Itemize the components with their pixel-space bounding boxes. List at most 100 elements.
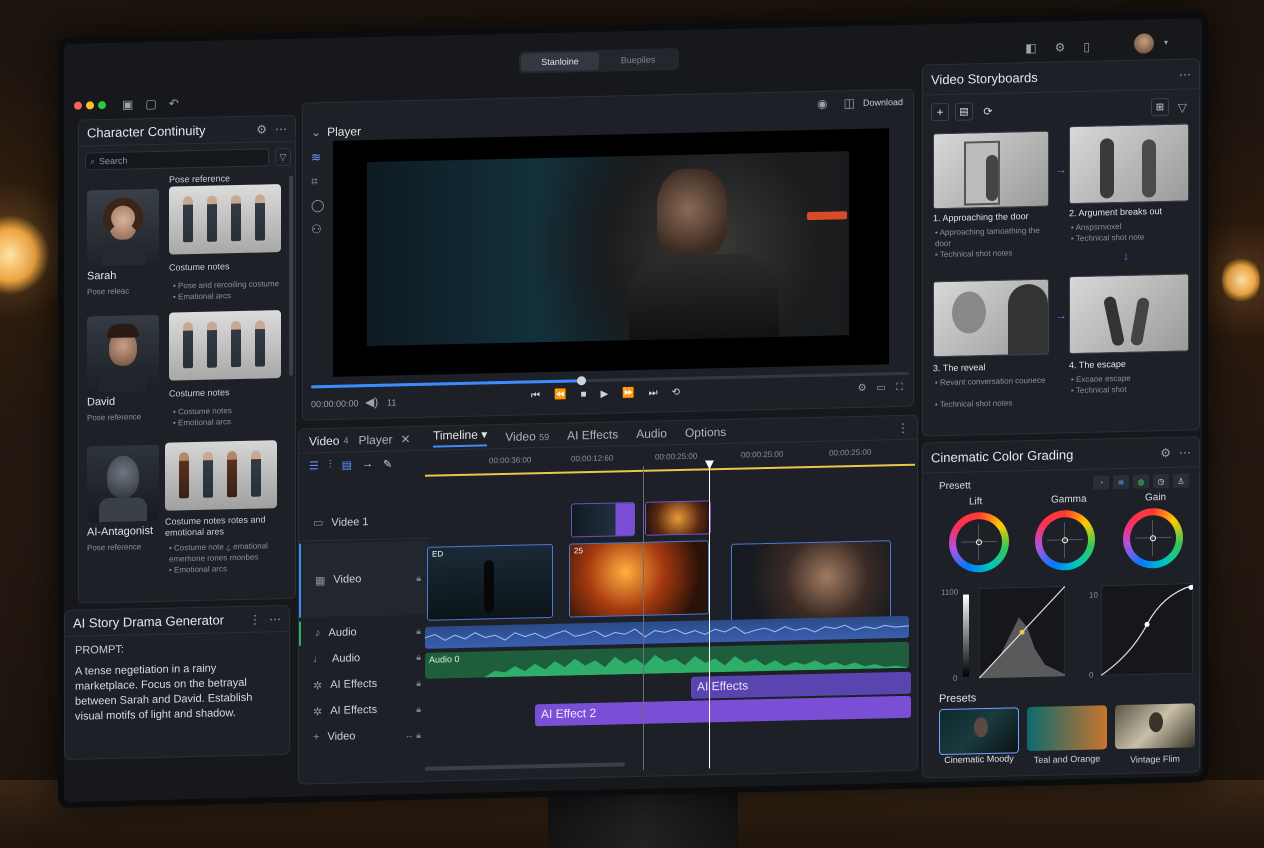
effect-clip[interactable]: AI Effects xyxy=(691,671,911,699)
lift-wheel[interactable] xyxy=(949,511,1009,573)
skip-end-icon[interactable]: ⏭ xyxy=(649,388,658,399)
file-icon[interactable]: ▢ xyxy=(145,97,156,111)
preset-cinematic-moody[interactable] xyxy=(939,707,1019,756)
video-clip[interactable]: 25 xyxy=(569,540,709,618)
list-icon[interactable]: ☰ xyxy=(309,459,319,472)
settings-icon[interactable]: ⚙ xyxy=(858,383,867,394)
portrait-sarah[interactable] xyxy=(87,188,159,267)
progress-handle[interactable] xyxy=(577,376,586,386)
luma-slider[interactable] xyxy=(963,594,969,677)
pose-sheet-antagonist[interactable] xyxy=(165,440,277,511)
grid-icon[interactable]: ⊞ xyxy=(1151,97,1169,117)
loop-icon[interactable]: ⟲ xyxy=(672,387,680,398)
snap-icon[interactable]: ⫶ xyxy=(329,459,332,472)
scrollbar[interactable] xyxy=(289,175,293,376)
video-clip[interactable] xyxy=(731,540,891,622)
portrait-david[interactable] xyxy=(87,314,159,393)
horizontal-scrollbar[interactable] xyxy=(425,762,625,771)
tab-timeline[interactable]: Timeline ▾ xyxy=(433,427,488,448)
waveform-icon[interactable]: ≋ xyxy=(1113,474,1129,490)
arrow-right-icon[interactable]: → xyxy=(362,458,373,471)
track-header[interactable]: ♪ Audio 🔒︎ xyxy=(299,618,429,646)
track-header[interactable]: ✲ AI Effects 🔒︎ xyxy=(299,697,429,724)
close-icon[interactable]: ✕ xyxy=(401,432,411,446)
rewind-icon[interactable]: ⏪ xyxy=(554,390,566,401)
tab-video[interactable]: Video xyxy=(309,433,339,448)
people-icon[interactable]: ⚇ xyxy=(311,222,324,236)
rgb-curve[interactable] xyxy=(1101,583,1193,676)
preset-teal-orange[interactable] xyxy=(1027,705,1107,752)
chevron-down-icon[interactable]: ▾ xyxy=(1164,38,1168,47)
pose-sheet-sarah[interactable] xyxy=(169,184,281,255)
tab-ai-effects[interactable]: AI Effects xyxy=(567,427,618,442)
effect-clip[interactable]: AI Effect 2 xyxy=(535,695,911,727)
scope-icon[interactable]: ◔ xyxy=(1093,475,1109,490)
clock-icon[interactable]: ◷ xyxy=(1153,473,1169,489)
track-header[interactable]: ▭ Videe 1 xyxy=(299,502,429,542)
video-clip[interactable] xyxy=(571,502,635,538)
luma-curve[interactable] xyxy=(979,586,1065,679)
sidebar-icon[interactable]: ▣ xyxy=(122,97,133,111)
avatar[interactable] xyxy=(1134,33,1154,54)
layout-icon[interactable]: ▯ xyxy=(1083,40,1090,54)
preset-vintage[interactable] xyxy=(1115,703,1195,750)
waveform-icon[interactable]: ≋ xyxy=(311,150,324,164)
search-input[interactable]: ⌕ Search xyxy=(85,148,269,171)
screen-icon[interactable]: ▭ xyxy=(877,382,886,393)
download-button[interactable]: Download xyxy=(863,97,903,108)
tab-video-2[interactable]: Video 59 xyxy=(505,428,549,444)
crop-icon[interactable]: ⌗ xyxy=(311,174,324,188)
export-icon[interactable]: ◫ xyxy=(844,96,855,110)
settings-icon[interactable]: ⚙ xyxy=(1160,445,1171,459)
prompt-text[interactable]: A tense negetiation in a rainy marketpla… xyxy=(75,660,265,724)
more-icon[interactable]: ⋯ xyxy=(275,121,287,135)
fullscreen-icon[interactable]: ⛶ xyxy=(896,382,903,393)
settings-icon[interactable]: ⚙ xyxy=(256,122,267,136)
more-icon[interactable]: ⋯ xyxy=(1179,445,1191,459)
caption-icon[interactable]: ▤ xyxy=(955,102,973,121)
caption-icon[interactable]: ▤ xyxy=(342,458,352,471)
user-icon[interactable]: ♙ xyxy=(1173,473,1189,488)
track-header[interactable]: ▦ Video 🔒︎ xyxy=(299,540,429,618)
play-circle-icon[interactable]: ◉ xyxy=(817,97,827,111)
tab-options[interactable]: Options xyxy=(685,424,726,439)
camera-icon[interactable]: ◧ xyxy=(1025,41,1036,55)
video-clip[interactable]: ED xyxy=(427,543,553,621)
tab-audio[interactable]: Audio xyxy=(636,426,667,441)
fast-forward-icon[interactable]: ⏩ xyxy=(622,388,634,399)
tab-player[interactable]: Player xyxy=(359,432,393,447)
pose-sheet-david[interactable] xyxy=(169,310,281,381)
portrait-antagonist[interactable] xyxy=(87,444,159,523)
storyboard-frame[interactable] xyxy=(1069,123,1189,205)
wrench-icon[interactable]: ✎ xyxy=(383,458,392,471)
track-header[interactable]: ✲ AI Effects 🔒︎ xyxy=(299,671,429,698)
toggle-option-2[interactable]: Buepiles xyxy=(599,54,677,66)
vectorscope-icon[interactable]: ◍ xyxy=(1133,474,1149,489)
storyboard-frame[interactable] xyxy=(1069,273,1189,355)
toggle-option-1[interactable]: Stanloine xyxy=(521,51,599,72)
minimize-dot[interactable] xyxy=(86,101,94,110)
video-clip[interactable] xyxy=(645,500,711,536)
undo-icon[interactable]: ↶ xyxy=(169,96,179,110)
close-dot[interactable] xyxy=(74,101,82,110)
add-icon[interactable]: + xyxy=(931,102,949,122)
shape-icon[interactable]: ◯ xyxy=(311,198,324,212)
more-icon[interactable]: ⋯ xyxy=(1179,67,1191,81)
gain-wheel[interactable] xyxy=(1123,507,1183,569)
stop-icon[interactable]: ■ xyxy=(580,389,586,400)
storyboard-frame[interactable] xyxy=(933,130,1049,210)
playhead[interactable] xyxy=(709,464,710,769)
gear-icon[interactable]: ⚙ xyxy=(1055,40,1066,54)
volume-icon[interactable]: ◀) xyxy=(365,395,378,409)
video-viewport[interactable] xyxy=(333,128,889,377)
track-header[interactable]: + Video ↔ 🔒︎ xyxy=(299,723,429,750)
skip-start-icon[interactable]: ⏮ xyxy=(531,390,540,401)
more-vertical-icon[interactable]: ⋮ xyxy=(897,421,909,435)
maximize-dot[interactable] xyxy=(98,101,106,110)
refresh-icon[interactable]: ⟳ xyxy=(979,102,997,120)
chevron-down-icon[interactable]: ⌄ xyxy=(311,125,321,139)
more-vertical-icon[interactable]: ⋮ xyxy=(249,612,261,626)
track-header[interactable]: ♩ Audio 🔒︎ xyxy=(299,645,429,672)
storyboard-frame[interactable] xyxy=(933,278,1049,358)
filter-icon[interactable]: ▽ xyxy=(1178,101,1187,115)
